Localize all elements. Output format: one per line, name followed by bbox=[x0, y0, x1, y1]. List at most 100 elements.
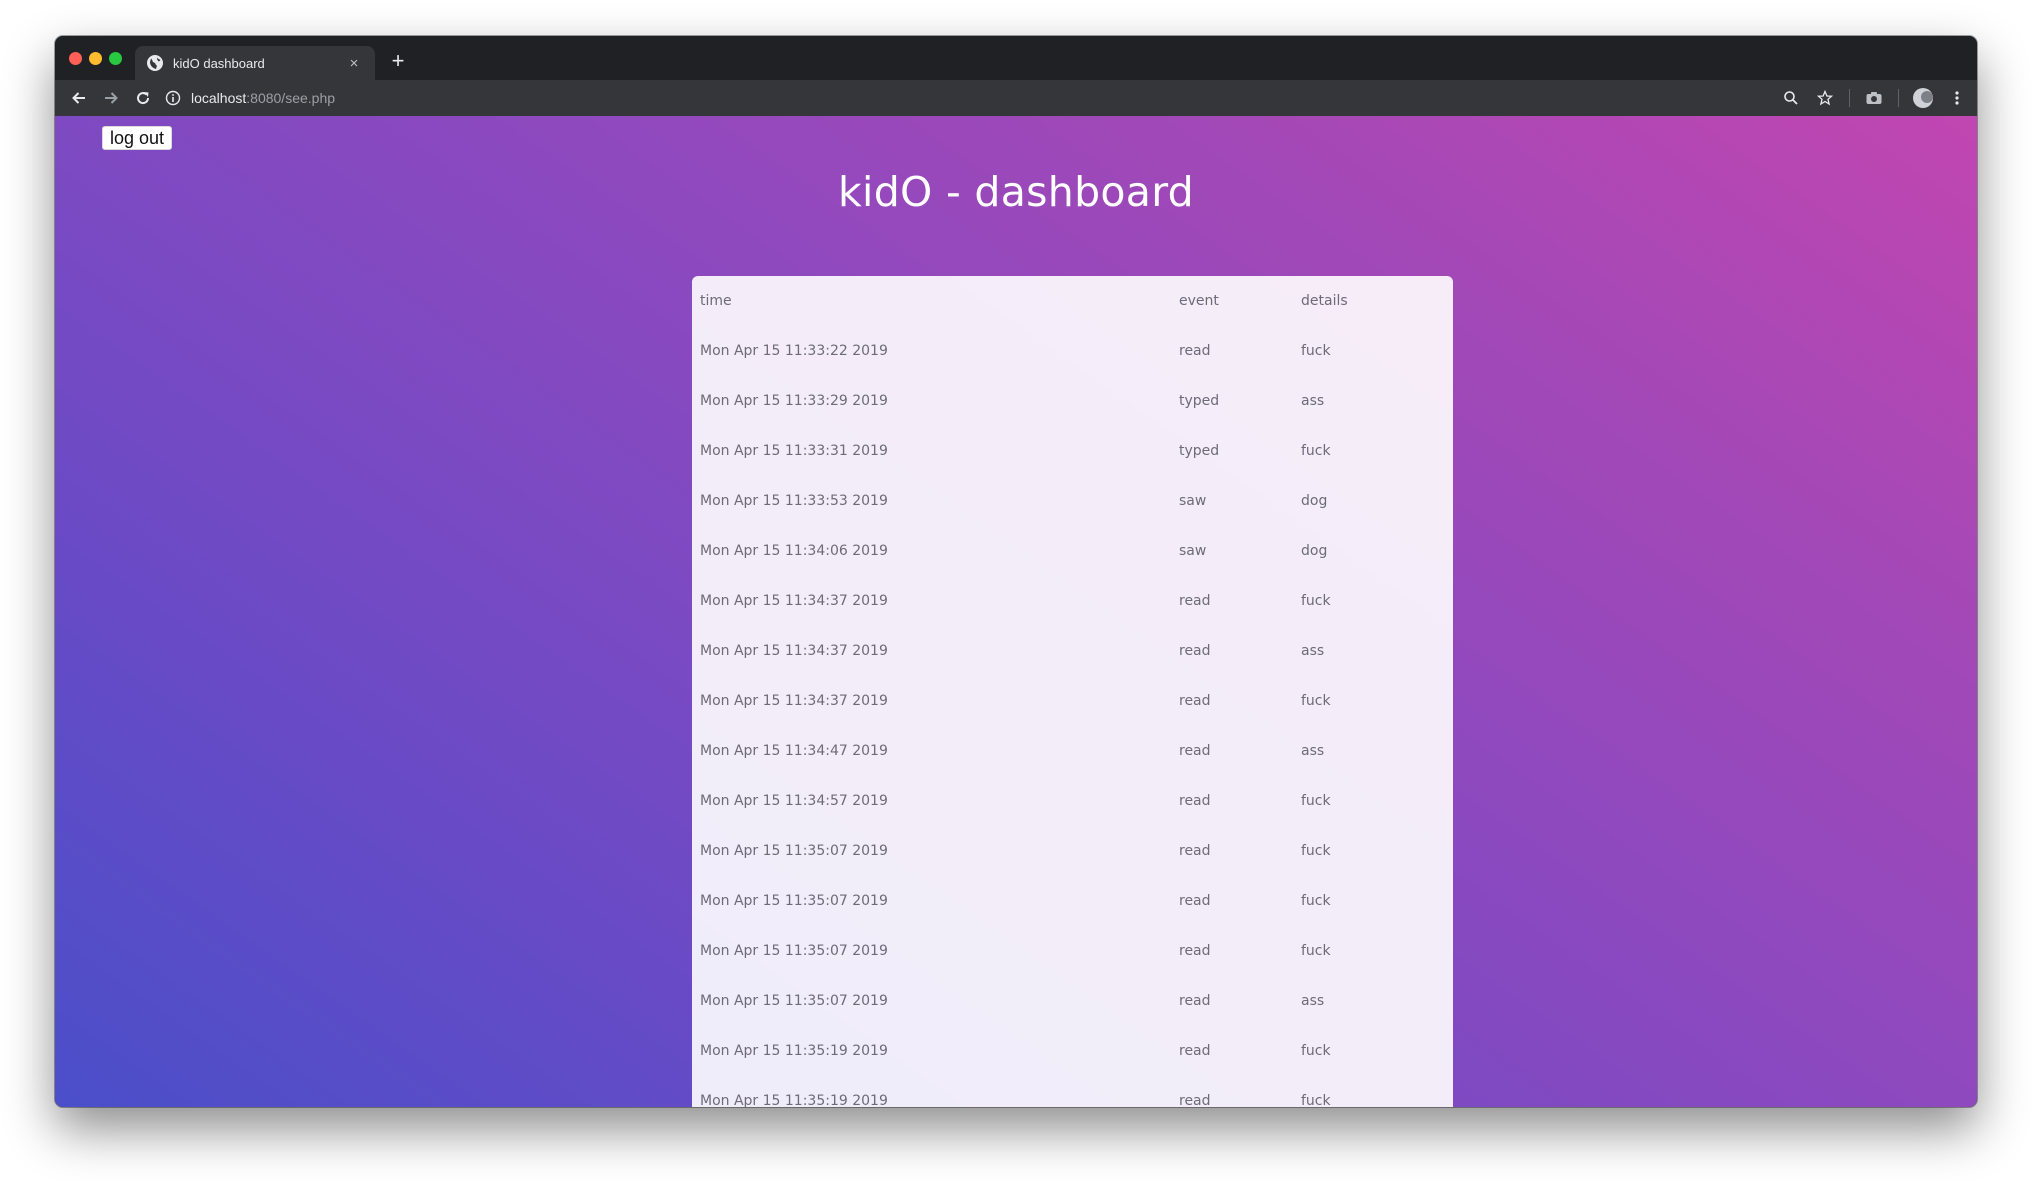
table-row: Mon Apr 15 11:35:07 2019 read fuck bbox=[700, 876, 1445, 926]
cell-details: fuck bbox=[1301, 893, 1331, 909]
logout-button[interactable]: log out bbox=[102, 126, 173, 150]
magnifier-icon[interactable] bbox=[1781, 88, 1801, 108]
table-row: Mon Apr 15 11:34:37 2019 read fuck bbox=[700, 676, 1445, 726]
table-row: Mon Apr 15 11:33:31 2019 typed fuck bbox=[700, 426, 1445, 476]
page-title: kidO - dashboard bbox=[838, 168, 1194, 216]
cell-event: read bbox=[1179, 893, 1211, 909]
url-path: :8080/see.php bbox=[246, 90, 336, 106]
cell-time: Mon Apr 15 11:35:19 2019 bbox=[700, 1093, 888, 1107]
cell-details: fuck bbox=[1301, 343, 1331, 359]
table-row: Mon Apr 15 11:35:19 2019 read fuck bbox=[700, 1026, 1445, 1076]
cell-time: Mon Apr 15 11:34:37 2019 bbox=[700, 693, 888, 709]
table-header-row: time event details bbox=[700, 276, 1445, 326]
cell-event: saw bbox=[1179, 543, 1207, 559]
forward-arrow-icon[interactable] bbox=[99, 86, 123, 110]
cell-details: fuck bbox=[1301, 843, 1331, 859]
log-card: time event details Mon Apr 15 11:33:22 2… bbox=[692, 276, 1453, 1107]
cell-event: read bbox=[1179, 1043, 1211, 1059]
avatar-icon[interactable] bbox=[1913, 88, 1933, 108]
cell-event: read bbox=[1179, 793, 1211, 809]
cell-details: ass bbox=[1301, 643, 1325, 659]
cell-time: Mon Apr 15 11:35:07 2019 bbox=[700, 843, 888, 859]
close-tab-icon[interactable]: × bbox=[345, 55, 363, 72]
maximize-window-button[interactable] bbox=[109, 52, 122, 65]
address-bar[interactable]: localhost:8080/see.php bbox=[165, 84, 1847, 112]
cell-time: Mon Apr 15 11:34:06 2019 bbox=[700, 543, 888, 559]
cell-event: typed bbox=[1179, 443, 1220, 459]
cell-time: Mon Apr 15 11:34:37 2019 bbox=[700, 643, 888, 659]
camera-icon[interactable] bbox=[1864, 88, 1884, 108]
cell-time: Mon Apr 15 11:33:31 2019 bbox=[700, 443, 888, 459]
minimize-window-button[interactable] bbox=[89, 52, 102, 65]
cell-details: ass bbox=[1301, 993, 1325, 1009]
url-text: localhost:8080/see.php bbox=[191, 90, 335, 106]
cell-details: fuck bbox=[1301, 593, 1331, 609]
toolbar-divider bbox=[1898, 89, 1899, 107]
cell-details: fuck bbox=[1301, 1093, 1331, 1107]
tab-kido-dashboard[interactable]: kidO dashboard × bbox=[135, 46, 375, 80]
table-row: Mon Apr 15 11:33:22 2019 read fuck bbox=[700, 326, 1445, 376]
table-row: Mon Apr 15 11:35:07 2019 read fuck bbox=[700, 926, 1445, 976]
cell-time: Mon Apr 15 11:35:07 2019 bbox=[700, 993, 888, 1009]
browser-window: kidO dashboard × + localhost:8080/see.ph… bbox=[55, 36, 1977, 1107]
table-row: Mon Apr 15 11:34:37 2019 read ass bbox=[700, 626, 1445, 676]
cell-details: ass bbox=[1301, 393, 1325, 409]
cell-event: saw bbox=[1179, 493, 1207, 509]
table-row: Mon Apr 15 11:35:19 2019 read fuck bbox=[700, 1076, 1445, 1107]
back-arrow-icon[interactable] bbox=[67, 86, 91, 110]
cell-time: Mon Apr 15 11:35:07 2019 bbox=[700, 943, 888, 959]
cell-event: read bbox=[1179, 593, 1211, 609]
toolbar-actions bbox=[1781, 84, 1967, 112]
cell-time: Mon Apr 15 11:33:53 2019 bbox=[700, 493, 888, 509]
cell-details: fuck bbox=[1301, 793, 1331, 809]
table-row: Mon Apr 15 11:33:53 2019 saw dog bbox=[700, 476, 1445, 526]
cell-time: Mon Apr 15 11:33:29 2019 bbox=[700, 393, 888, 409]
cell-details: dog bbox=[1301, 543, 1328, 559]
cell-time: Mon Apr 15 11:33:22 2019 bbox=[700, 343, 888, 359]
kebab-menu-icon[interactable] bbox=[1947, 88, 1967, 108]
cell-event: read bbox=[1179, 1093, 1211, 1107]
cell-event: read bbox=[1179, 643, 1211, 659]
header-event: event bbox=[1179, 293, 1219, 309]
cell-details: fuck bbox=[1301, 693, 1331, 709]
cell-details: ass bbox=[1301, 743, 1325, 759]
header-time: time bbox=[700, 293, 732, 309]
tab-strip: kidO dashboard × + bbox=[55, 36, 1977, 80]
table-row: Mon Apr 15 11:34:06 2019 saw dog bbox=[700, 526, 1445, 576]
new-tab-button[interactable]: + bbox=[385, 48, 411, 74]
toolbar-divider bbox=[1849, 89, 1850, 107]
cell-time: Mon Apr 15 11:34:57 2019 bbox=[700, 793, 888, 809]
info-icon[interactable] bbox=[165, 90, 181, 106]
cell-details: fuck bbox=[1301, 1043, 1331, 1059]
page-content: log out kidO - dashboard time event deta… bbox=[55, 116, 1977, 1107]
cell-event: read bbox=[1179, 943, 1211, 959]
cell-event: read bbox=[1179, 693, 1211, 709]
cell-details: fuck bbox=[1301, 943, 1331, 959]
close-window-button[interactable] bbox=[69, 52, 82, 65]
table-row: Mon Apr 15 11:34:37 2019 read fuck bbox=[700, 576, 1445, 626]
table-row: Mon Apr 15 11:34:47 2019 read ass bbox=[700, 726, 1445, 776]
cell-time: Mon Apr 15 11:34:37 2019 bbox=[700, 593, 888, 609]
globe-icon bbox=[147, 55, 163, 71]
cell-event: typed bbox=[1179, 393, 1220, 409]
table-row: Mon Apr 15 11:35:07 2019 read fuck bbox=[700, 826, 1445, 876]
cell-details: dog bbox=[1301, 493, 1328, 509]
cell-time: Mon Apr 15 11:35:19 2019 bbox=[700, 1043, 888, 1059]
table-row: Mon Apr 15 11:33:29 2019 typed ass bbox=[700, 376, 1445, 426]
header-details: details bbox=[1301, 293, 1348, 309]
url-host: localhost bbox=[191, 90, 247, 106]
cell-details: fuck bbox=[1301, 443, 1331, 459]
cell-event: read bbox=[1179, 743, 1211, 759]
cell-time: Mon Apr 15 11:34:47 2019 bbox=[700, 743, 888, 759]
cell-event: read bbox=[1179, 343, 1211, 359]
table-row: Mon Apr 15 11:35:07 2019 read ass bbox=[700, 976, 1445, 1026]
browser-toolbar: localhost:8080/see.php bbox=[55, 80, 1977, 116]
event-log-table: time event details Mon Apr 15 11:33:22 2… bbox=[700, 276, 1445, 1107]
cell-time: Mon Apr 15 11:35:07 2019 bbox=[700, 893, 888, 909]
cell-event: read bbox=[1179, 993, 1211, 1009]
star-icon[interactable] bbox=[1815, 88, 1835, 108]
cell-event: read bbox=[1179, 843, 1211, 859]
table-row: Mon Apr 15 11:34:57 2019 read fuck bbox=[700, 776, 1445, 826]
tab-title: kidO dashboard bbox=[173, 55, 265, 71]
reload-icon[interactable] bbox=[131, 86, 155, 110]
